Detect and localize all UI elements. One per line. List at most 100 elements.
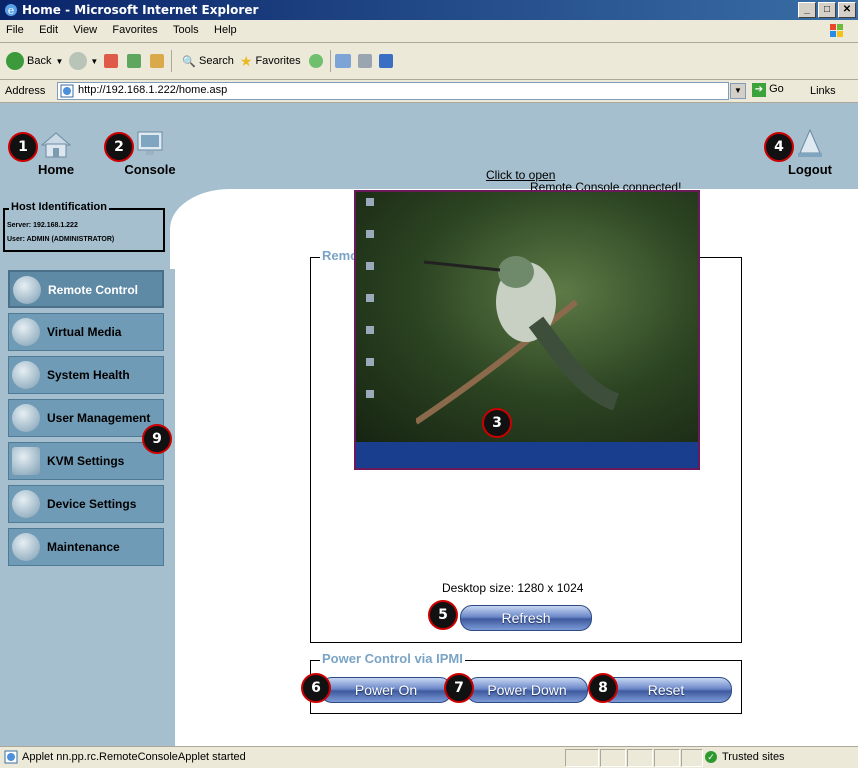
forward-dropdown-icon[interactable]: ▼	[90, 57, 98, 66]
callout-badge: 9	[142, 424, 172, 454]
address-label: Address	[5, 85, 46, 97]
status-cell	[565, 749, 599, 767]
go-label: Go	[769, 83, 784, 95]
sidebar-item-user-management[interactable]: User Management	[8, 399, 164, 437]
print-icon[interactable]	[357, 54, 372, 68]
menu-view[interactable]: View	[67, 20, 103, 40]
window-title: Home - Microsoft Internet Explorer	[22, 3, 259, 17]
address-url: http://192.168.1.222/home.asp	[78, 84, 228, 96]
home-icon[interactable]	[150, 54, 165, 68]
favorites-button[interactable]: ★ Favorites	[240, 53, 301, 70]
media-icon[interactable]	[308, 54, 323, 68]
logout-label: Logout	[787, 162, 833, 177]
maximize-button[interactable]: □	[818, 2, 836, 18]
health-cross-icon	[12, 361, 40, 389]
star-icon: ★	[239, 52, 253, 69]
callout-badge: 3	[482, 408, 512, 438]
refresh-button[interactable]: Refresh	[460, 605, 592, 631]
callout-badge: 7	[444, 673, 474, 703]
host-identification: Host Identification Server: 192.168.1.22…	[3, 201, 165, 252]
minimize-button[interactable]: _	[798, 2, 816, 18]
stop-icon[interactable]	[104, 54, 119, 68]
forward-button[interactable]: ▼	[69, 52, 98, 70]
content-corner	[170, 189, 290, 269]
click-to-open-link[interactable]: Click to open	[486, 168, 555, 182]
search-button[interactable]: 🔍 Search	[182, 55, 234, 68]
check-icon: ✓	[705, 751, 717, 763]
power-on-button[interactable]: Power On	[320, 677, 452, 703]
address-bar: Address http://192.168.1.222/home.asp ▼ …	[0, 80, 858, 103]
toolbar-separator	[171, 50, 173, 72]
favorites-label: Favorites	[255, 55, 301, 67]
menu-tools[interactable]: Tools	[167, 20, 205, 40]
search-label: Search	[199, 55, 234, 67]
sidebar-item-maintenance[interactable]: Maintenance	[8, 528, 164, 566]
power-control-legend: Power Control via IPMI	[320, 651, 465, 666]
host-identification-legend: Host Identification	[9, 201, 109, 213]
close-button[interactable]: ✕	[838, 2, 856, 18]
callout-badge: 4	[764, 132, 794, 162]
hummingbird-image	[416, 256, 620, 425]
menu-edit[interactable]: Edit	[33, 20, 64, 40]
callout-badge: 5	[428, 600, 458, 630]
go-arrow-icon: ➔	[752, 83, 766, 97]
host-user: User: ADMIN (ADMINISTRATOR)	[7, 236, 115, 243]
toolbar-separator	[329, 50, 331, 72]
home-label: Home	[37, 162, 75, 177]
sidebar-item-label: Maintenance	[47, 540, 120, 554]
desktop-size-text: Desktop size: 1280 x 1024	[442, 581, 584, 595]
sidebar-item-remote-control[interactable]: Remote Control	[8, 270, 164, 308]
reset-button[interactable]: Reset	[600, 677, 732, 703]
forward-arrow-icon	[69, 52, 88, 70]
toolbar: Back ▼ ▼ 🔍 Search ★ Favorites	[0, 43, 858, 80]
keyboard-icon	[12, 447, 40, 475]
links-button[interactable]: Links	[810, 85, 836, 97]
magnifier-icon	[13, 276, 41, 304]
status-message: Applet nn.pp.rc.RemoteConsoleApplet star…	[22, 751, 246, 763]
edit-page-icon[interactable]	[378, 54, 393, 68]
sidebar-item-system-health[interactable]: System Health	[8, 356, 164, 394]
mail-icon[interactable]	[334, 54, 351, 68]
logout-icon	[798, 128, 822, 157]
go-button[interactable]: ➔ Go	[752, 83, 784, 97]
status-bar: Applet nn.pp.rc.RemoteConsoleApplet star…	[0, 746, 858, 768]
sidebar-item-label: KVM Settings	[47, 454, 125, 468]
svg-text:e: e	[8, 4, 15, 17]
address-dropdown-icon[interactable]: ▼	[730, 83, 746, 99]
sidebar-item-virtual-media[interactable]: Virtual Media	[8, 313, 164, 351]
back-button[interactable]: Back ▼	[6, 52, 63, 70]
sidebar-item-label: Remote Control	[48, 283, 138, 297]
sidebar-item-kvm-settings[interactable]: KVM Settings	[8, 442, 164, 480]
menu-file[interactable]: File	[0, 20, 30, 40]
console-preview-image[interactable]	[354, 190, 700, 470]
menu-help[interactable]: Help	[208, 20, 243, 40]
refresh-icon[interactable]	[127, 54, 142, 68]
console-label: Console	[124, 162, 176, 177]
address-input[interactable]: http://192.168.1.222/home.asp	[57, 82, 729, 100]
power-down-button[interactable]: Power Down	[466, 677, 588, 703]
gears-icon	[12, 490, 40, 518]
window-titlebar: e Home - Microsoft Internet Explorer _ □…	[0, 0, 858, 20]
sidebar-item-label: System Health	[47, 368, 130, 382]
page-icon	[60, 84, 74, 98]
status-cell	[627, 749, 653, 767]
security-zone: Trusted sites	[722, 751, 785, 763]
page-content: Home Console Logout Remote Console conne…	[0, 103, 858, 746]
sidebar-item-label: User Management	[47, 411, 151, 425]
windows-logo-icon	[830, 24, 843, 37]
disc-icon	[12, 318, 40, 346]
menu-favorites[interactable]: Favorites	[106, 20, 163, 40]
users-icon	[12, 404, 40, 432]
sidebar-item-device-settings[interactable]: Device Settings	[8, 485, 164, 523]
sidebar-item-label: Virtual Media	[47, 325, 122, 339]
host-server: Server: 192.168.1.222	[7, 222, 78, 229]
desktop-icons	[366, 198, 376, 438]
back-label: Back	[27, 55, 52, 67]
status-cell	[681, 749, 703, 767]
monitor-icon	[137, 131, 163, 155]
back-dropdown-icon[interactable]: ▼	[55, 57, 63, 66]
menu-bar: File Edit View Favorites Tools Help	[0, 20, 858, 43]
callout-badge: 2	[104, 132, 134, 162]
callout-badge: 6	[301, 673, 331, 703]
back-arrow-icon	[6, 52, 24, 70]
